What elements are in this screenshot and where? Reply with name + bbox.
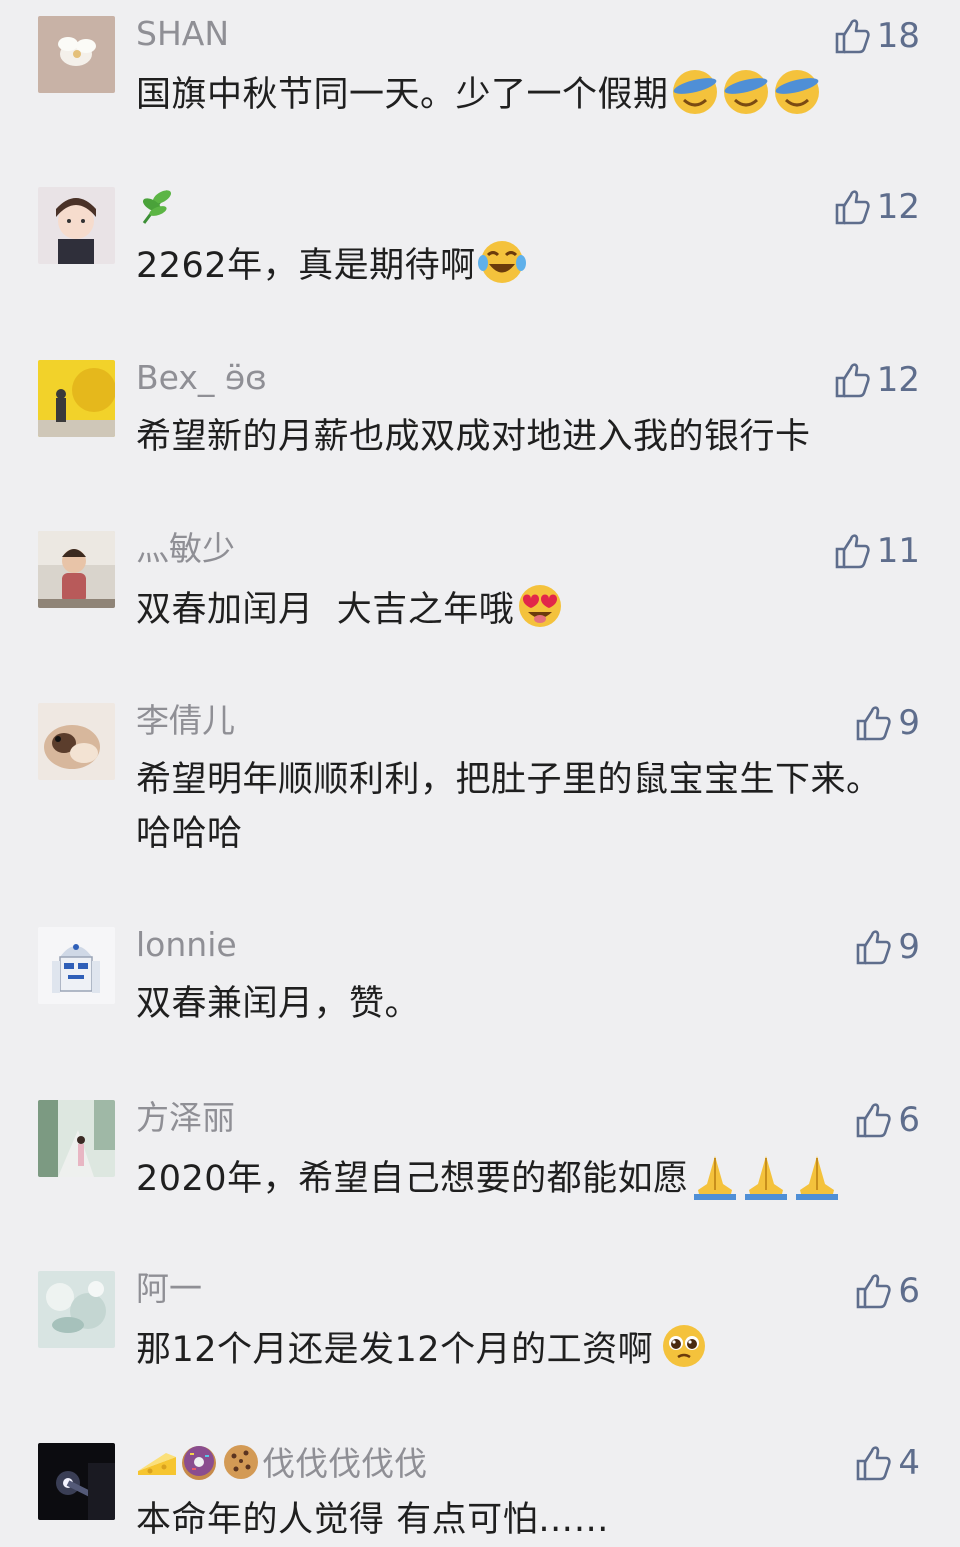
like-button[interactable]: 9 xyxy=(854,925,920,969)
comment-text: 2020年，希望自己想要的都能如愿 xyxy=(136,1150,926,1206)
like-count: 9 xyxy=(898,703,920,743)
comment-text-body: 那12个月还是发12个月的工资啊 xyxy=(136,1330,654,1370)
comment-text-body: 希望新的月薪也成双成对地进入我的银行卡 xyxy=(136,417,811,457)
herb-icon xyxy=(136,185,178,227)
avatar[interactable] xyxy=(38,1100,115,1177)
comment-text: 那12个月还是发12个月的工资啊 xyxy=(136,1321,926,1377)
folded-hands-emoji-icon xyxy=(792,1150,842,1200)
comment-text: 国旗中秋节同一天。少了一个假期 xyxy=(136,66,926,122)
like-count: 4 xyxy=(898,1443,920,1483)
comment-text: 希望明年顺顺利利，把肚子里的鼠宝宝生下来。哈哈哈 xyxy=(136,760,882,854)
like-count: 6 xyxy=(898,1100,920,1140)
avatar[interactable] xyxy=(38,16,115,93)
username-text: 伐伐伐伐伐 xyxy=(262,1444,427,1483)
like-button[interactable]: 11 xyxy=(833,529,920,573)
avatar[interactable] xyxy=(38,187,115,264)
username[interactable]: 李倩儿 xyxy=(136,701,235,741)
username[interactable]: lonnie xyxy=(136,925,237,965)
thumbs-up-icon xyxy=(854,703,892,743)
like-button[interactable]: 6 xyxy=(854,1098,920,1142)
comment-text-body: 2262年，真是期待啊 xyxy=(136,246,476,286)
tears-of-joy-emoji-icon xyxy=(477,237,527,287)
like-count: 12 xyxy=(876,187,920,227)
like-button[interactable]: 6 xyxy=(854,1269,920,1313)
thumbs-up-icon xyxy=(854,927,892,967)
thumbs-up-icon xyxy=(833,187,871,227)
thumbs-up-icon xyxy=(833,360,871,400)
comment-text-body: 国旗中秋节同一天。少了一个假期 xyxy=(136,75,669,115)
avatar[interactable] xyxy=(38,703,115,780)
username[interactable]: 方泽丽 xyxy=(136,1098,235,1138)
username[interactable]: SHAN xyxy=(136,14,229,54)
comment-text: 希望新的月薪也成双成对地进入我的银行卡 xyxy=(136,410,926,464)
avatar[interactable] xyxy=(38,927,115,1004)
folded-hands-emoji-icon xyxy=(741,1150,791,1200)
comment-text: 双春兼闰月，赞。 xyxy=(136,984,421,1024)
thumbs-up-icon xyxy=(833,531,871,571)
like-count: 6 xyxy=(898,1271,920,1311)
username[interactable]: 伐伐伐伐伐 xyxy=(136,1441,427,1483)
like-count: 9 xyxy=(898,927,920,967)
facepalm-emoji-icon xyxy=(772,66,822,116)
cheese-icon xyxy=(136,1441,178,1483)
avatar[interactable] xyxy=(38,531,115,608)
username[interactable]: 灬敏少 xyxy=(136,529,235,569)
pleading-face-emoji-icon xyxy=(659,1321,709,1371)
folded-hands-emoji-icon xyxy=(690,1150,740,1200)
thumbs-up-icon xyxy=(854,1443,892,1483)
thumbs-up-icon xyxy=(833,16,871,56)
like-count: 11 xyxy=(876,531,920,571)
like-count: 12 xyxy=(876,360,920,400)
like-button[interactable]: 12 xyxy=(833,185,920,229)
avatar[interactable] xyxy=(38,1443,115,1520)
facepalm-emoji-icon xyxy=(721,66,771,116)
heart-eyes-tongue-emoji-icon xyxy=(515,581,565,631)
thumbs-up-icon xyxy=(854,1100,892,1140)
like-button[interactable]: 9 xyxy=(854,701,920,745)
comment-text: 2262年，真是期待啊 xyxy=(136,237,926,293)
comment-text-body: 2020年，希望自己想要的都能如愿 xyxy=(136,1159,689,1199)
comment-text-body: 双春加闰月 大吉之年哦 xyxy=(136,590,515,630)
comment-text: 双春加闰月 大吉之年哦 xyxy=(136,581,926,637)
username[interactable]: 阿一 xyxy=(136,1269,202,1309)
like-button[interactable]: 4 xyxy=(854,1441,920,1485)
username[interactable] xyxy=(136,185,178,225)
cookie-icon xyxy=(220,1441,262,1483)
avatar[interactable] xyxy=(38,1271,115,1348)
thumbs-up-icon xyxy=(854,1271,892,1311)
like-count: 18 xyxy=(876,16,920,56)
like-button[interactable]: 18 xyxy=(833,14,920,58)
facepalm-emoji-icon xyxy=(670,66,720,116)
username[interactable]: Bex_ ɘ̈ɞ xyxy=(136,358,267,398)
like-button[interactable]: 12 xyxy=(833,358,920,402)
doughnut-icon xyxy=(178,1441,220,1483)
avatar[interactable] xyxy=(38,360,115,437)
comment-text: 本命年的人觉得 有点可怕…… xyxy=(136,1500,610,1540)
